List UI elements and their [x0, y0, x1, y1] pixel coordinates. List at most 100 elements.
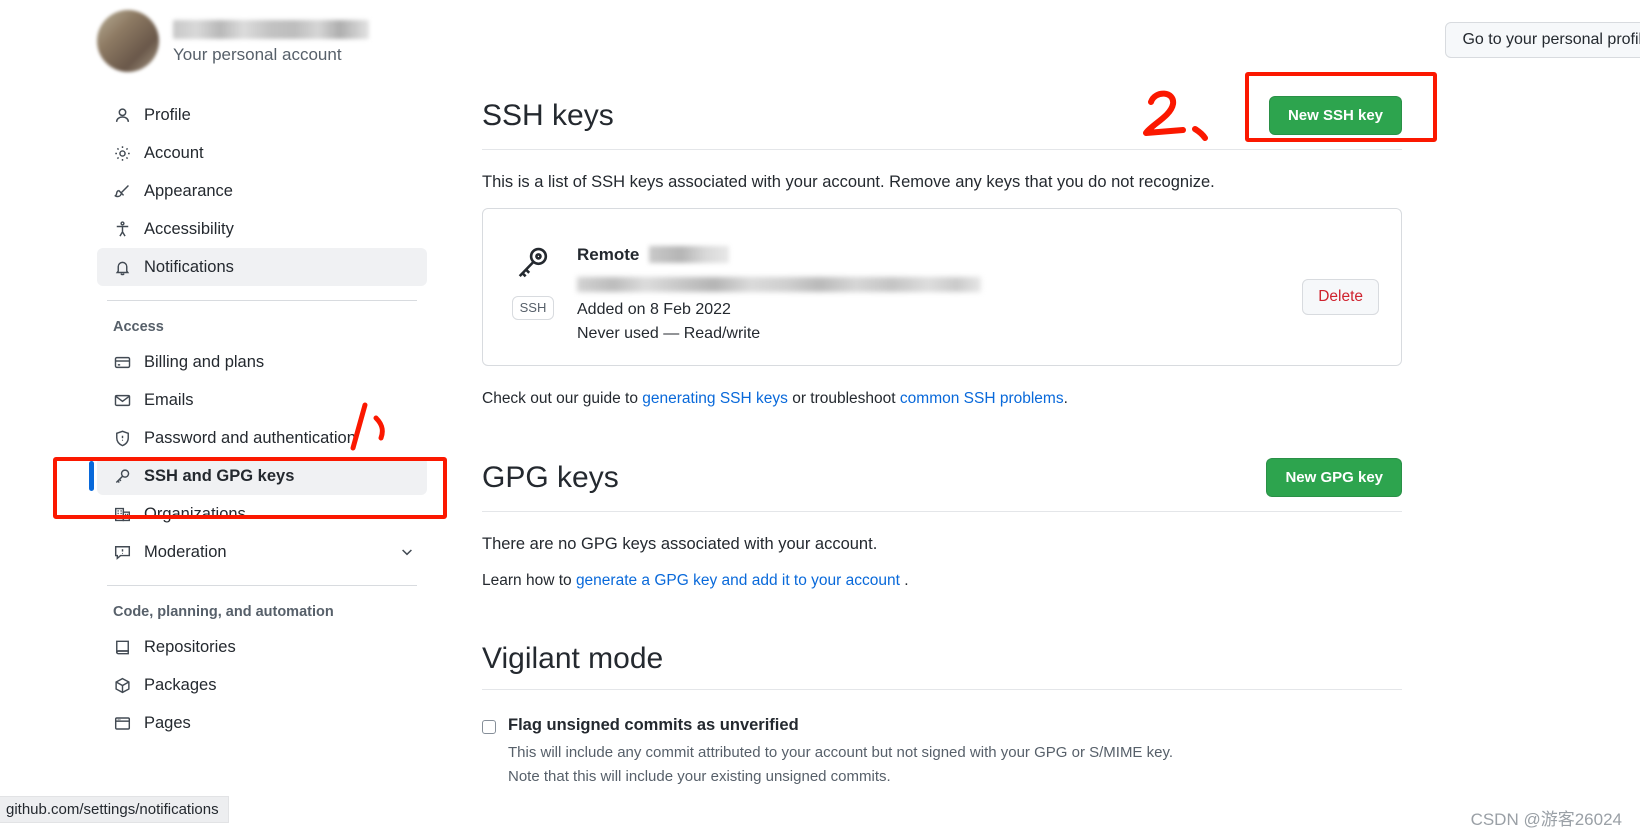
- page-title: SSH keys: [482, 99, 614, 132]
- key-icon: [113, 467, 131, 485]
- new-ssh-key-button[interactable]: New SSH key: [1268, 96, 1402, 135]
- vigilant-checkbox-label: Flag unsigned commits as unverified: [508, 716, 799, 734]
- package-icon: [113, 676, 131, 694]
- vigilant-sub-line-1: This will include any commit attributed …: [508, 744, 1174, 761]
- account-subtitle: Your personal account: [173, 44, 342, 64]
- sidebar-item-label: Repositories: [144, 637, 236, 656]
- sidebar-item-label: Notifications: [144, 257, 234, 276]
- ssh-header-rule: [482, 149, 1402, 150]
- account-header: Your personal account: [97, 0, 427, 74]
- sidebar-item-label: Billing and plans: [144, 352, 265, 371]
- ssh-badge: SSH: [511, 296, 555, 320]
- sidebar-item-billing-and-plans[interactable]: Billing and plans: [97, 343, 427, 381]
- gpg-learn-line: Learn how to generate a GPG key and add …: [482, 572, 1402, 590]
- gpg-header-rule: [482, 511, 1402, 512]
- main-content: SSH keys New SSH key This is a list of S…: [482, 0, 1402, 788]
- sidebar-item-profile[interactable]: Profile: [97, 96, 427, 134]
- ssh-key-added-date: Added on 8 Feb 2022: [577, 301, 731, 318]
- delete-ssh-key-button[interactable]: Delete: [1302, 279, 1379, 315]
- sidebar-nav-access: Billing and plans Emails Password and au…: [89, 343, 427, 571]
- sidebar-item-appearance[interactable]: Appearance: [97, 172, 427, 210]
- sidebar-item-label: Profile: [144, 105, 191, 124]
- top-bar: Go to your personal profile: [1380, 22, 1640, 58]
- report-icon: [113, 543, 131, 561]
- new-gpg-key-button[interactable]: New GPG key: [1266, 458, 1402, 497]
- ssh-guide-line: Check out our guide to generating SSH ke…: [482, 390, 1402, 408]
- credit-card-icon: [113, 353, 131, 371]
- common-ssh-problems-link[interactable]: common SSH problems: [900, 390, 1064, 407]
- browser-icon: [113, 714, 131, 732]
- gpg-keys-title: GPG keys: [482, 461, 619, 494]
- bell-icon: [113, 258, 131, 276]
- sidebar-item-packages[interactable]: Packages: [97, 666, 427, 704]
- sidebar-item-label: Moderation: [144, 542, 227, 561]
- accessibility-icon: [113, 220, 131, 238]
- sidebar-item-emails[interactable]: Emails: [97, 381, 427, 419]
- sidebar-group-code-title: Code, planning, and automation: [113, 604, 334, 620]
- sidebar-item-ssh-and-gpg-keys[interactable]: SSH and GPG keys: [89, 457, 427, 495]
- learn-prefix-text: Learn how to: [482, 572, 576, 589]
- sidebar-nav-code: Repositories Packages Pages: [97, 628, 427, 742]
- sidebar-item-label: Emails: [144, 390, 194, 409]
- sidebar-item-label: Accessibility: [144, 219, 234, 238]
- person-icon: [113, 106, 131, 124]
- status-bar-url: github.com/settings/notifications: [0, 796, 229, 823]
- gear-icon: [113, 144, 131, 162]
- generating-ssh-keys-link[interactable]: generating SSH keys: [642, 390, 788, 407]
- sidebar-item-label: Account: [144, 143, 204, 162]
- shield-lock-icon: [113, 429, 131, 447]
- generate-gpg-key-link[interactable]: generate a GPG key and add it to your ac…: [576, 572, 900, 589]
- sidebar-item-account[interactable]: Account: [97, 134, 427, 172]
- sidebar-item-repositories[interactable]: Repositories: [97, 628, 427, 666]
- sidebar-item-organizations[interactable]: Organizations: [97, 495, 427, 533]
- ssh-keys-header: SSH keys New SSH key: [482, 0, 1402, 135]
- vigilant-sub-line-2: Note that this will include your existin…: [508, 767, 891, 785]
- ssh-key-details: Remote Added on 8 Feb 2022 Never used — …: [577, 231, 1282, 343]
- sidebar-item-label: Appearance: [144, 181, 233, 200]
- sidebar-item-label: Pages: [144, 713, 191, 732]
- ssh-keys-description: This is a list of SSH keys associated wi…: [482, 173, 1215, 191]
- sidebar-item-label: SSH and GPG keys: [144, 466, 295, 485]
- key-icon: [514, 245, 552, 288]
- ssh-key-title-text: Remote: [577, 245, 640, 264]
- guide-prefix-text: Check out our guide to: [482, 390, 643, 407]
- sidebar-group-access-title: Access: [113, 319, 164, 335]
- sidebar-item-pages[interactable]: Pages: [97, 704, 427, 742]
- vigilant-mode-title: Vigilant mode: [482, 642, 664, 675]
- username-blurred: [173, 19, 369, 39]
- ssh-key-title: Remote: [577, 245, 729, 265]
- vigilant-mode-option: Flag unsigned commits as unverified This…: [482, 716, 1402, 788]
- watermark: CSDN @游客26024: [1470, 810, 1622, 829]
- repo-icon: [113, 638, 131, 656]
- organization-icon: [113, 505, 131, 523]
- learn-suffix-text: .: [899, 572, 909, 589]
- sidebar-item-notifications[interactable]: Notifications: [97, 248, 427, 286]
- flag-unsigned-commits-checkbox[interactable]: [482, 720, 496, 734]
- vigilant-mode-header: Vigilant mode: [482, 590, 1402, 675]
- sidebar-nav-top: Profile Account Appearance Accessibility…: [97, 96, 427, 286]
- settings-sidebar: Your personal account Profile Account Ap…: [89, 0, 427, 742]
- vigilant-option-text: Flag unsigned commits as unverified This…: [508, 716, 1173, 788]
- sidebar-item-label: Password and authentication: [144, 428, 356, 447]
- ssh-key-row: SSH Remote Added on 8 Feb 2022 Never use…: [482, 208, 1402, 366]
- chevron-down-icon[interactable]: [399, 544, 415, 560]
- sidebar-item-password-and-authentication[interactable]: Password and authentication: [97, 419, 427, 457]
- vigilant-header-rule: [482, 689, 1402, 690]
- gpg-empty-text: There are no GPG keys associated with yo…: [482, 535, 878, 553]
- account-meta: Your personal account: [173, 18, 369, 65]
- gpg-keys-header: GPG keys New GPG key: [482, 408, 1402, 497]
- sidebar-item-accessibility[interactable]: Accessibility: [97, 210, 427, 248]
- paintbrush-icon: [113, 182, 131, 200]
- guide-suffix-text: .: [1063, 390, 1068, 407]
- avatar[interactable]: [97, 10, 159, 72]
- ssh-key-fingerprint-blurred: [577, 277, 981, 292]
- guide-middle-text: or troubleshoot: [787, 390, 900, 407]
- mail-icon: [113, 391, 131, 409]
- sidebar-item-moderation[interactable]: Moderation: [97, 533, 427, 571]
- ssh-key-usage: Never used — Read/write: [577, 325, 761, 342]
- ssh-key-icon-group: SSH: [509, 231, 557, 320]
- sidebar-item-label: Organizations: [144, 504, 246, 523]
- go-to-personal-profile-button[interactable]: Go to your personal profile: [1445, 22, 1640, 58]
- ssh-key-title-blurred: [649, 246, 729, 263]
- sidebar-item-label: Packages: [144, 675, 217, 694]
